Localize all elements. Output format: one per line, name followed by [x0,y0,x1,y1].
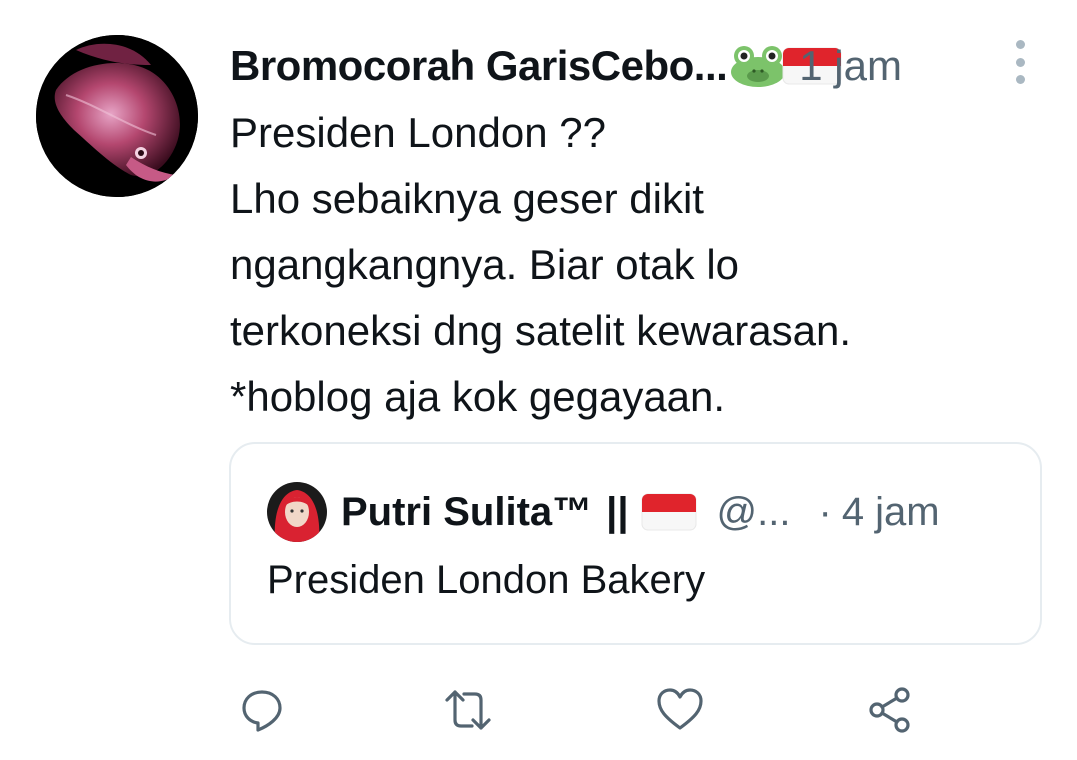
more-vertical-icon[interactable] [1008,40,1032,84]
retweet-icon [445,690,491,730]
share-button[interactable] [860,680,920,740]
tweet-actions [0,680,1077,740]
user-avatar[interactable] [36,35,198,197]
like-icon [657,688,703,730]
quoted-tweet-header: Putri Sulita™ || @... · 4 jam [267,482,1020,542]
indonesia-flag-emoji-icon [641,493,697,531]
retweet-button[interactable] [438,680,498,740]
name-separator: || [606,489,629,534]
quoted-tweet-card[interactable]: Putri Sulita™ || @... · 4 jam Presiden L… [229,442,1042,645]
quoted-handle: @... [716,489,791,534]
dot-separator: · [818,489,832,534]
reply-icon [242,690,282,732]
quoted-display-name: Putri Sulita™ [341,489,593,534]
tweet-header: Bromocorah GarisCebo... 1 jam [230,36,1010,96]
quoted-user-avatar [267,482,327,542]
more-dot-1 [1015,40,1025,49]
more-dot-2 [1015,57,1025,67]
more-dot-3 [1015,75,1025,84]
like-button[interactable] [650,680,710,740]
arowana-fish-avatar-image [36,35,198,197]
frog-emoji-icon [731,46,786,87]
quoted-time: 4 jam [841,489,940,534]
reply-button[interactable] [232,680,292,740]
share-icon [869,687,910,733]
tweet-time[interactable]: 1 jam [799,42,902,90]
quoted-tweet-text: Presiden London Bakery [267,558,706,602]
tweet-text: Presiden London ?? Lho sebaiknya geser d… [230,109,851,420]
display-name[interactable]: Bromocorah GarisCebo... [230,42,728,90]
